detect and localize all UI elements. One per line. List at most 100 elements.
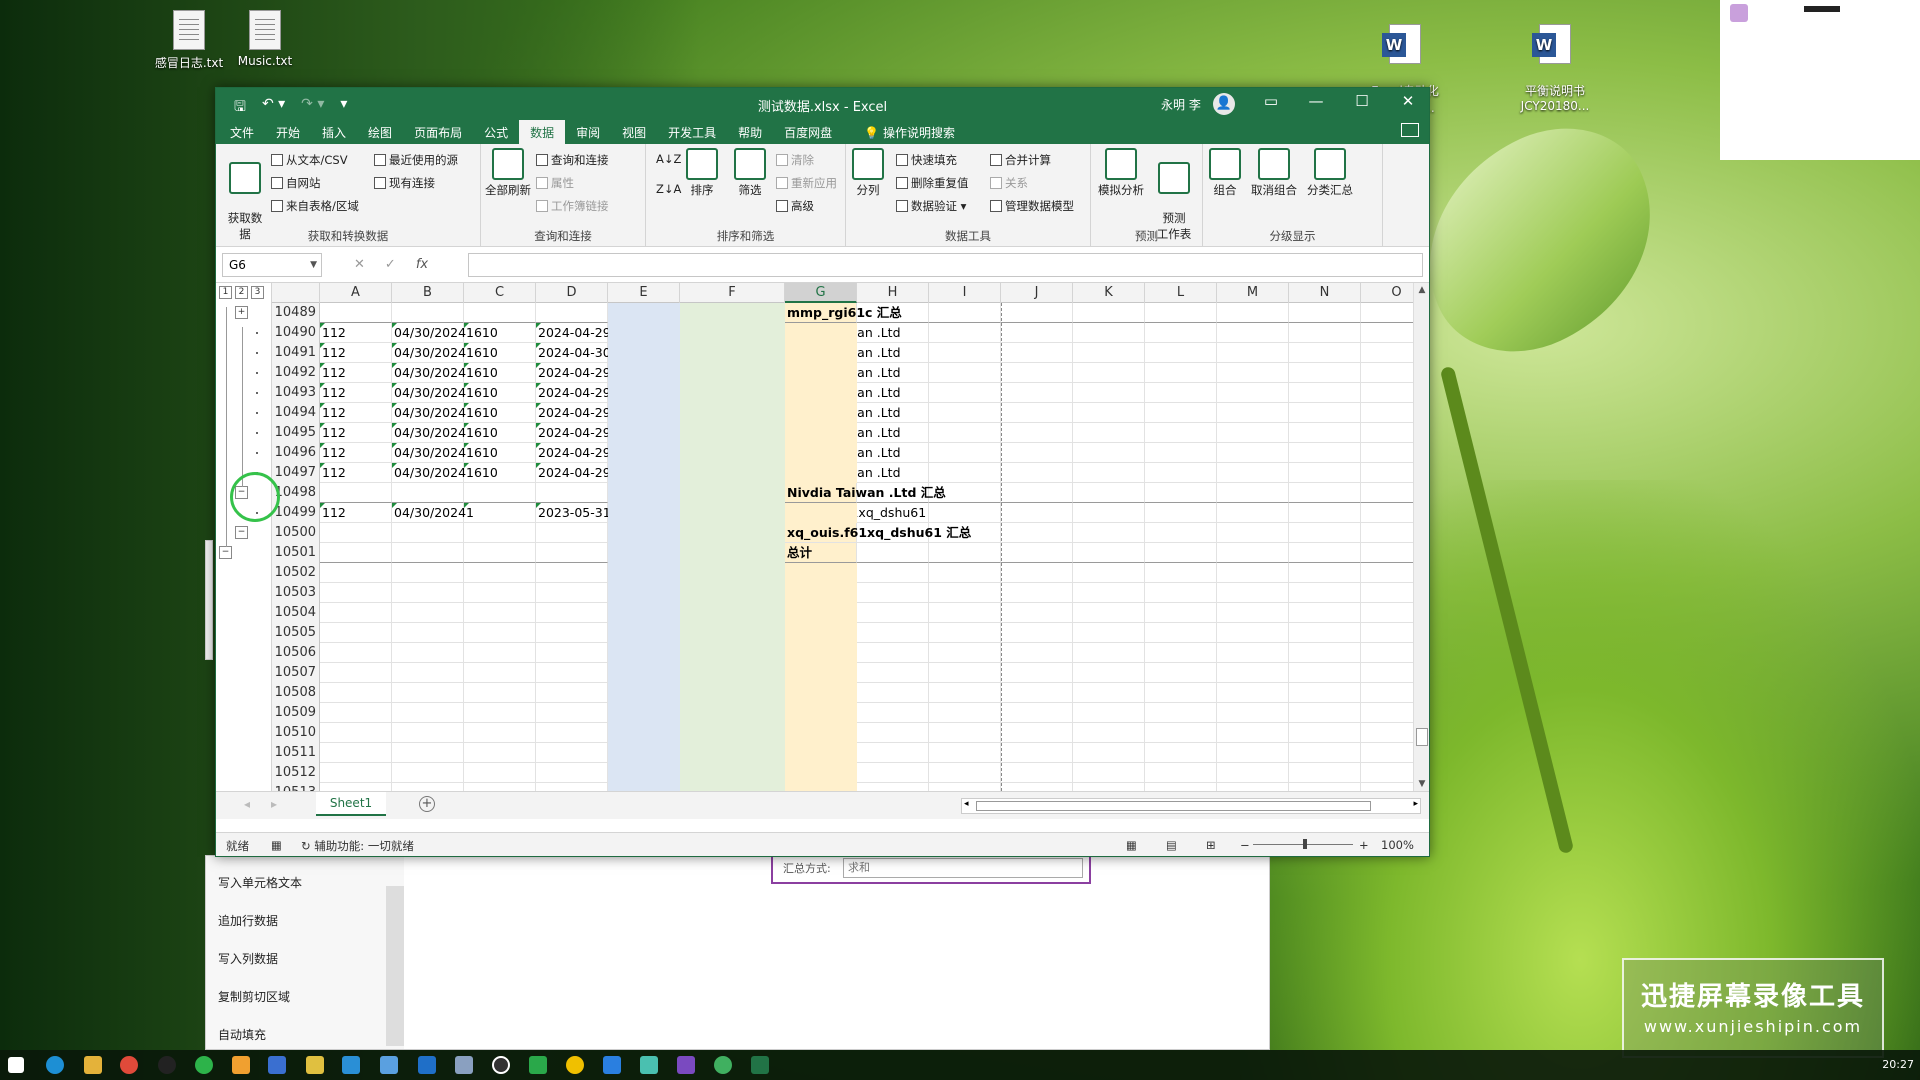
- cell-o[interactable]: [1361, 743, 1413, 763]
- scroll-up-icon[interactable]: ▲: [1414, 285, 1430, 295]
- column-header-c[interactable]: C: [464, 283, 536, 303]
- cell-i[interactable]: [929, 743, 1001, 763]
- cell-l[interactable]: [1145, 723, 1217, 743]
- row-header[interactable]: 10506: [272, 643, 320, 663]
- cell-c[interactable]: [464, 743, 536, 763]
- cell-j[interactable]: [1001, 343, 1073, 363]
- cell-m[interactable]: [1217, 423, 1289, 443]
- cell-c[interactable]: [464, 583, 536, 603]
- cell-b[interactable]: [392, 763, 464, 783]
- cell-b[interactable]: [392, 703, 464, 723]
- cell-l[interactable]: [1145, 643, 1217, 663]
- cell-l[interactable]: [1145, 503, 1217, 523]
- cell-m[interactable]: [1217, 583, 1289, 603]
- cell-h[interactable]: [857, 383, 929, 403]
- cell-n[interactable]: [1289, 323, 1361, 343]
- cell-i[interactable]: [929, 383, 1001, 403]
- cell-b[interactable]: [392, 543, 464, 563]
- cell-d[interactable]: 2024-04-29: [536, 383, 611, 403]
- cell-d[interactable]: 2024-04-29: [536, 323, 611, 343]
- start-windows-icon[interactable]: [8, 1057, 24, 1073]
- chrome-icon[interactable]: [120, 1056, 138, 1074]
- cell-m[interactable]: [1217, 383, 1289, 403]
- cell-d[interactable]: 2024-04-29: [536, 443, 611, 463]
- column-header-d[interactable]: D: [536, 283, 608, 303]
- cell-l[interactable]: [1145, 583, 1217, 603]
- cell-o[interactable]: [1361, 463, 1413, 483]
- cell-k[interactable]: [1073, 603, 1145, 623]
- tab-review[interactable]: 审阅: [565, 120, 611, 144]
- cell-k[interactable]: [1073, 403, 1145, 423]
- cell-h[interactable]: [857, 423, 929, 443]
- cell-i[interactable]: [929, 663, 1001, 683]
- cell-d[interactable]: 2024-04-29: [536, 463, 611, 483]
- cell-k[interactable]: [1073, 663, 1145, 683]
- cell-j[interactable]: [1001, 363, 1073, 383]
- cell-n[interactable]: [1289, 303, 1361, 323]
- row-header[interactable]: 10501: [272, 543, 320, 563]
- cell-m[interactable]: [1217, 363, 1289, 383]
- app-icon[interactable]: [455, 1056, 473, 1074]
- cell-h[interactable]: [857, 443, 929, 463]
- collapse-group-icon[interactable]: −: [235, 526, 248, 539]
- bgapp-menu-item[interactable]: 自动填充: [206, 1016, 404, 1054]
- cell-c[interactable]: 1610: [464, 403, 536, 423]
- cell-l[interactable]: [1145, 543, 1217, 563]
- cell-l[interactable]: [1145, 623, 1217, 643]
- tab-draw[interactable]: 绘图: [357, 120, 403, 144]
- cell-l[interactable]: [1145, 403, 1217, 423]
- cell-m[interactable]: [1217, 523, 1289, 543]
- cell-a[interactable]: 112: [320, 363, 392, 383]
- row-header[interactable]: 10492: [272, 363, 320, 383]
- cell-l[interactable]: [1145, 443, 1217, 463]
- cell-o[interactable]: [1361, 563, 1413, 583]
- cell-d[interactable]: 2023-05-31: [536, 503, 611, 523]
- cell-j[interactable]: [1001, 703, 1073, 723]
- cell-g[interactable]: mmp_rgi61c 汇总: [785, 303, 902, 323]
- tab-help[interactable]: 帮助: [727, 120, 773, 144]
- horizontal-scrollbar[interactable]: ◂ ▸: [961, 798, 1421, 814]
- tell-me-search[interactable]: 💡 操作说明搜索: [853, 120, 966, 144]
- cell-a[interactable]: [320, 663, 392, 683]
- cell-b[interactable]: 04/30/2024: [392, 443, 466, 463]
- cell-b[interactable]: 04/30/2024: [392, 383, 466, 403]
- data-validation-button[interactable]: 数据验证 ▾: [896, 198, 966, 214]
- cell-j[interactable]: [1001, 383, 1073, 403]
- cell-m[interactable]: [1217, 643, 1289, 663]
- cell-n[interactable]: [1289, 343, 1361, 363]
- cell-n[interactable]: [1289, 763, 1361, 783]
- cell-o[interactable]: [1361, 723, 1413, 743]
- cell-d[interactable]: [536, 583, 608, 603]
- flash-fill-button[interactable]: 快速填充: [896, 152, 957, 168]
- cell-d[interactable]: [536, 723, 608, 743]
- cell-i[interactable]: [929, 503, 1001, 523]
- cell-c[interactable]: [464, 563, 536, 583]
- cell-a[interactable]: 112: [320, 383, 392, 403]
- filter-button[interactable]: 筛选: [730, 148, 770, 198]
- cell-l[interactable]: [1145, 683, 1217, 703]
- cell-j[interactable]: [1001, 483, 1073, 503]
- cell-d[interactable]: [536, 303, 608, 323]
- cell-k[interactable]: [1073, 443, 1145, 463]
- cell-a[interactable]: [320, 723, 392, 743]
- cell-i[interactable]: [929, 643, 1001, 663]
- cell-i[interactable]: [929, 563, 1001, 583]
- relationships-button[interactable]: 关系: [990, 175, 1028, 191]
- cell-g[interactable]: Nivdia Taiwan .Ltd 汇总: [785, 483, 946, 503]
- user-avatar-icon[interactable]: 👤: [1213, 93, 1235, 115]
- cell-j[interactable]: [1001, 783, 1073, 791]
- zoom-out-icon[interactable]: −: [1240, 838, 1250, 852]
- app-mini-icon[interactable]: [1730, 4, 1748, 22]
- cell-d[interactable]: [536, 523, 608, 543]
- app-icon[interactable]: [566, 1056, 584, 1074]
- cell-m[interactable]: [1217, 543, 1289, 563]
- cell-n[interactable]: [1289, 543, 1361, 563]
- cell-m[interactable]: [1217, 403, 1289, 423]
- expand-group-icon[interactable]: +: [235, 306, 248, 319]
- column-header-n[interactable]: N: [1289, 283, 1361, 303]
- column-header-g[interactable]: G: [785, 283, 857, 303]
- app-icon[interactable]: [603, 1056, 621, 1074]
- search-tool-icon[interactable]: [232, 1056, 250, 1074]
- cell-l[interactable]: [1145, 483, 1217, 503]
- row-header[interactable]: 10512: [272, 763, 320, 783]
